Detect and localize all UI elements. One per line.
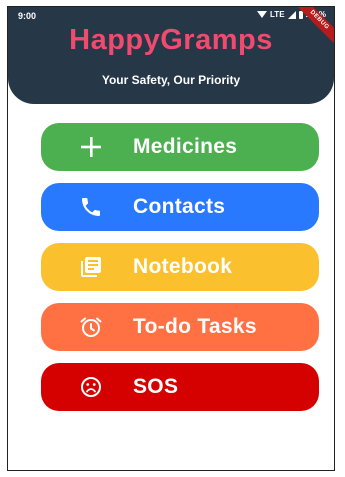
sos-label: SOS xyxy=(133,375,179,398)
app-title: HappyGramps xyxy=(69,24,273,56)
sos-button[interactable]: SOS xyxy=(41,363,319,411)
todo-tasks-button[interactable]: To-do Tasks xyxy=(41,303,319,351)
notebook-button[interactable]: Notebook xyxy=(41,243,319,291)
medicines-button[interactable]: Medicines xyxy=(41,123,319,171)
contacts-label: Contacts xyxy=(133,195,226,218)
medicines-label: Medicines xyxy=(133,135,238,158)
phone-icon xyxy=(79,195,103,219)
plus-icon xyxy=(79,135,103,159)
signal-icon xyxy=(287,10,296,19)
app-header: 9:00 LTE 100% DEBUG HappyGramps Your Saf… xyxy=(8,7,334,104)
status-bar: 9:00 LTE 100% xyxy=(8,7,334,25)
notebook-label: Notebook xyxy=(133,255,233,278)
alarm-clock-icon xyxy=(79,315,103,339)
wifi-icon xyxy=(257,11,268,18)
main-menu: Medicines Contacts Notebook To-do Tasks … xyxy=(41,123,319,423)
notebook-icon xyxy=(79,255,103,279)
sad-face-icon xyxy=(79,375,103,399)
network-label: LTE xyxy=(270,10,285,19)
app-screen: 9:00 LTE 100% DEBUG HappyGramps Your Saf… xyxy=(7,6,335,471)
contacts-button[interactable]: Contacts xyxy=(41,183,319,231)
app-subtitle: Your Safety, Our Priority xyxy=(101,73,241,87)
status-time: 9:00 xyxy=(18,11,37,21)
todo-tasks-label: To-do Tasks xyxy=(133,315,257,338)
